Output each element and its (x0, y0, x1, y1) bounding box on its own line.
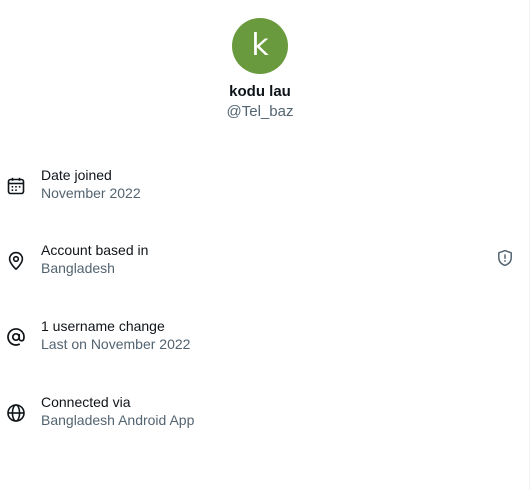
panel-divider (529, 0, 530, 490)
globe-icon (6, 403, 26, 423)
calendar-icon (6, 176, 26, 196)
detail-value: November 2022 (41, 185, 141, 201)
shield-alert-icon[interactable] (496, 249, 514, 267)
detail-row-account-based-in: Account based in Bangladesh (0, 241, 520, 281)
at-sign-icon (6, 327, 26, 347)
detail-row-username-change: 1 username change Last on November 2022 (0, 317, 520, 357)
about-account-panel: k kodu lau @Tel_baz Date joined November… (0, 0, 532, 490)
detail-label: Connected via (41, 394, 131, 410)
detail-label: Date joined (41, 167, 112, 183)
avatar[interactable]: k (232, 18, 288, 74)
avatar-letter: k (251, 28, 269, 63)
detail-label: Account based in (41, 242, 149, 258)
location-pin-icon (6, 251, 26, 271)
detail-row-connected-via: Connected via Bangladesh Android App (0, 393, 520, 433)
detail-value: Bangladesh (41, 260, 115, 276)
detail-row-date-joined: Date joined November 2022 (0, 166, 520, 206)
username-handle: @Tel_baz (226, 103, 294, 120)
detail-value: Last on November 2022 (41, 336, 191, 352)
detail-label: 1 username change (41, 318, 165, 334)
profile-header: k kodu lau @Tel_baz (0, 18, 520, 122)
display-name: kodu lau (229, 83, 291, 100)
detail-value: Bangladesh Android App (41, 412, 195, 428)
